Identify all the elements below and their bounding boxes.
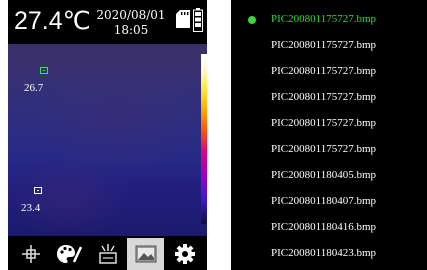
file-item[interactable]: PIC200801180407.bmp (231, 192, 427, 212)
thermal-image: 26.7 23.4 (8, 44, 207, 236)
file-name: PIC200801180416.bmp (271, 221, 377, 233)
file-list: PIC200801175727.bmp PIC200801175727.bmp … (231, 0, 427, 270)
file-name: PIC200801175727.bmp (271, 117, 377, 129)
crosshair-button[interactable] (12, 238, 49, 270)
status-bar: 27.4℃ 2020/08/01 18:05 (8, 0, 207, 44)
gallery-button[interactable] (127, 238, 164, 270)
file-name: PIC200801175727.bmp (271, 13, 377, 25)
gear-icon (174, 244, 195, 264)
palette-button[interactable] (50, 238, 87, 270)
file-item[interactable]: PIC200801180405.bmp (231, 166, 427, 186)
file-name: PIC200801175727.bmp (271, 65, 377, 77)
sd-card-icon (176, 10, 190, 28)
file-item[interactable]: PIC200801175727.bmp (231, 140, 427, 160)
gallery-icon (135, 245, 156, 263)
settings-star-icon (98, 244, 117, 264)
cold-spot-marker (34, 187, 42, 194)
file-name: PIC200801180407.bmp (271, 195, 377, 207)
file-item[interactable]: PIC200801180416.bmp (231, 218, 427, 238)
datetime: 2020/08/01 18:05 (94, 8, 168, 38)
file-item[interactable]: PIC200801175727.bmp (231, 36, 427, 56)
file-item[interactable]: PIC200801175727.bmp (231, 10, 427, 30)
bottom-toolbar (8, 238, 207, 270)
hot-spot-marker (40, 67, 48, 74)
file-item[interactable]: PIC200801175727.bmp (231, 88, 427, 108)
cold-spot-temp: 23.4 (21, 202, 41, 214)
crosshair-icon (21, 245, 40, 263)
file-item[interactable]: PIC200801175727.bmp (231, 114, 427, 134)
file-name: PIC200801175727.bmp (271, 39, 377, 51)
palette-icon (56, 245, 82, 263)
color-scale-bar (201, 54, 207, 224)
center-temperature: 27.4℃ (14, 7, 91, 35)
hot-spot-temp: 26.7 (24, 82, 44, 94)
thermal-camera-screen: 27.4℃ 2020/08/01 18:05 26.7 23.4 (8, 0, 207, 270)
file-name: PIC200801180423.bmp (271, 247, 377, 259)
settings-button[interactable] (166, 238, 203, 270)
file-item[interactable]: PIC200801175727.bmp (231, 62, 427, 82)
battery-icon (193, 8, 203, 32)
file-name: PIC200801180405.bmp (271, 169, 377, 181)
file-item[interactable]: PIC200801180423.bmp (231, 244, 427, 264)
date-text: 2020/08/01 (96, 8, 166, 22)
selected-indicator-icon (248, 16, 256, 24)
display-settings-button[interactable] (89, 238, 126, 270)
time-text: 18:05 (113, 23, 149, 37)
file-name: PIC200801175727.bmp (271, 91, 377, 103)
file-name: PIC200801175727.bmp (271, 143, 377, 155)
